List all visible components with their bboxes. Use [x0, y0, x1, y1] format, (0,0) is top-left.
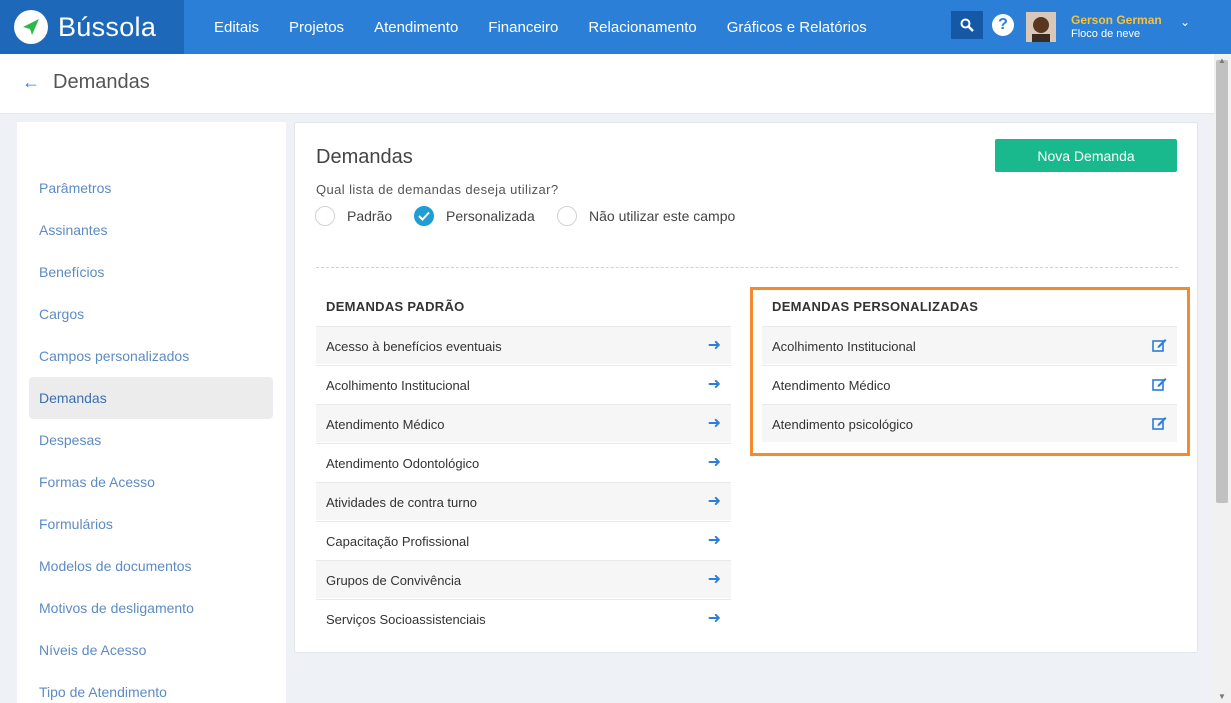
sidebar-item-parametros[interactable]: Parâmetros: [29, 167, 273, 209]
list-item-label: Acesso à benefícios eventuais: [326, 339, 502, 354]
radio-label: Padrão: [347, 208, 393, 224]
list-item[interactable]: Acesso à benefícios eventuais ➜: [316, 326, 731, 364]
radio-circle[interactable]: [557, 206, 577, 226]
chevron-down-icon[interactable]: ⌄: [1180, 15, 1190, 29]
sidebar-item-formularios[interactable]: Formulários: [29, 503, 273, 545]
help-icon[interactable]: ?: [992, 14, 1014, 36]
list-item[interactable]: Grupos de Convivência ➜: [316, 560, 731, 598]
arrow-right-icon[interactable]: ➜: [708, 569, 721, 589]
arrow-right-icon[interactable]: ➜: [708, 491, 721, 511]
arrow-right-icon[interactable]: ➜: [708, 374, 721, 394]
search-button[interactable]: [951, 11, 983, 39]
list-item-label: Atendimento Médico: [326, 417, 445, 432]
sidebar-item-motivos-de-desligamento[interactable]: Motivos de desligamento: [29, 587, 273, 629]
default-list-heading: DEMANDAS PADRÃO: [326, 299, 465, 314]
back-arrow-icon[interactable]: ←: [22, 72, 40, 93]
radio-circle[interactable]: [315, 206, 335, 226]
main-nav: Editais Projetos Atendimento Financeiro …: [199, 0, 882, 54]
settings-sidebar: Parâmetros Assinantes Benefícios Cargos …: [17, 122, 286, 703]
check-icon[interactable]: [414, 206, 434, 226]
list-item-label: Capacitação Profissional: [326, 534, 470, 549]
arrow-right-icon[interactable]: ➜: [708, 530, 721, 550]
sidebar-item-campos-personalizados[interactable]: Campos personalizados: [29, 335, 273, 377]
search-icon: [960, 18, 974, 32]
sidebar-item-assinantes[interactable]: Assinantes: [29, 209, 273, 251]
highlight-box: [750, 287, 1190, 456]
list-item[interactable]: Atendimento Odontológico ➜: [316, 443, 731, 481]
sidebar-item-niveis-de-acesso[interactable]: Níveis de Acesso: [29, 629, 273, 671]
list-item[interactable]: Serviços Socioassistenciais ➜: [316, 599, 731, 637]
arrow-right-icon[interactable]: ➜: [708, 608, 721, 628]
sidebar-item-demandas[interactable]: Demandas: [29, 377, 273, 419]
sidebar-item-modelos-de-documentos[interactable]: Modelos de documentos: [29, 545, 273, 587]
nav-editais[interactable]: Editais: [199, 19, 274, 36]
scroll-up-icon[interactable]: ▲: [1218, 56, 1226, 65]
page-title: Demandas: [53, 71, 150, 93]
sidebar-item-formas-de-acesso[interactable]: Formas de Acesso: [29, 461, 273, 503]
list-question: Qual lista de demandas deseja utilizar?: [316, 182, 559, 197]
radio-label: Personalizada: [446, 208, 535, 224]
sidebar-item-despesas[interactable]: Despesas: [29, 419, 273, 461]
avatar[interactable]: [1026, 12, 1056, 42]
radio-nao-utilizar[interactable]: Não utilizar este campo: [557, 204, 735, 228]
arrow-right-icon[interactable]: ➜: [708, 335, 721, 355]
list-item[interactable]: Atendimento Médico ➜: [316, 404, 731, 442]
nav-relacionamento[interactable]: Relacionamento: [573, 19, 711, 36]
sidebar-item-cargos[interactable]: Cargos: [29, 293, 273, 335]
logo-text: Bússola: [58, 11, 157, 42]
list-item[interactable]: Acolhimento Institucional ➜: [316, 365, 731, 403]
nova-demanda-button[interactable]: Nova Demanda: [995, 139, 1177, 172]
radio-padrao[interactable]: Padrão: [315, 204, 392, 228]
user-name[interactable]: Gerson German: [1071, 13, 1167, 27]
card-title: Demandas: [316, 146, 413, 168]
list-item-label: Grupos de Convivência: [326, 573, 462, 588]
user-subtitle: Floco de neve: [1071, 28, 1141, 40]
scrollbar-thumb[interactable]: [1216, 60, 1228, 503]
radio-label: Não utilizar este campo: [589, 208, 736, 224]
sidebar-item-tipo-de-atendimento[interactable]: Tipo de Atendimento: [29, 671, 273, 703]
page-header: ← Demandas: [0, 54, 1214, 114]
list-item-label: Atividades de contra turno: [326, 495, 478, 510]
nav-financeiro[interactable]: Financeiro: [473, 19, 573, 36]
sidebar-item-beneficios[interactable]: Benefícios: [29, 251, 273, 293]
radio-personalizada[interactable]: Personalizada: [414, 204, 535, 228]
list-item-label: Acolhimento Institucional: [326, 378, 470, 393]
list-item-label: Atendimento Odontológico: [326, 456, 480, 471]
arrow-right-icon[interactable]: ➜: [708, 452, 721, 472]
arrow-right-icon[interactable]: ➜: [708, 413, 721, 433]
divider: [316, 267, 1178, 268]
nav-atendimento[interactable]: Atendimento: [359, 19, 473, 36]
compass-icon: [14, 10, 48, 44]
nav-projetos[interactable]: Projetos: [274, 19, 359, 36]
scroll-down-icon[interactable]: ▼: [1218, 692, 1226, 701]
top-navbar: Bússola Editais Projetos Atendimento Fin…: [0, 0, 1231, 54]
list-item-label: Serviços Socioassistenciais: [326, 612, 486, 627]
demandas-card: Demandas Nova Demanda Qual lista de dema…: [294, 122, 1198, 653]
nav-graficos-relatorios[interactable]: Gráficos e Relatórios: [712, 19, 882, 36]
list-item[interactable]: Atividades de contra turno ➜: [316, 482, 731, 520]
logo[interactable]: Bússola: [0, 0, 184, 54]
list-item[interactable]: Capacitação Profissional ➜: [316, 521, 731, 559]
